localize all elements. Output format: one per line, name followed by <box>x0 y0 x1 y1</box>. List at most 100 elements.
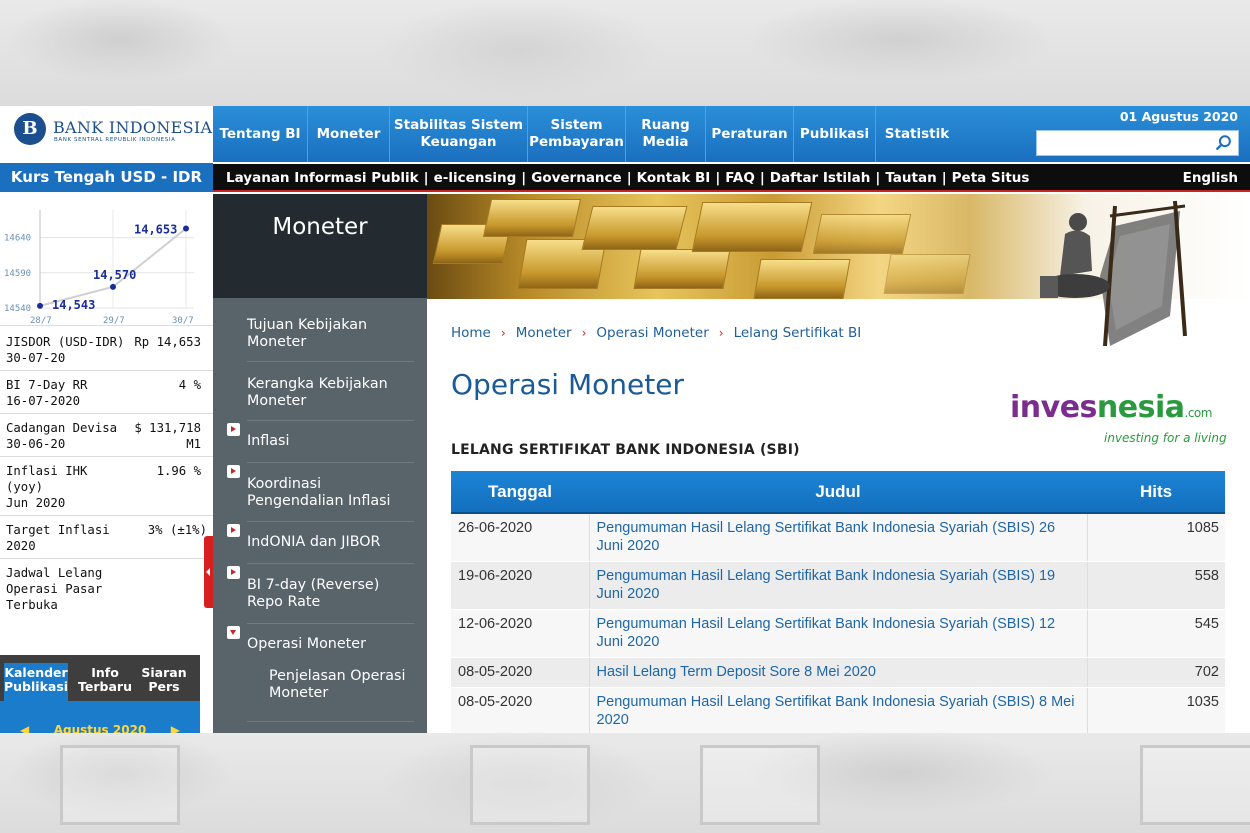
stat-label: Jadwal Lelang Operasi Pasar Terbuka <box>6 566 103 612</box>
stat-value: 3% (±1%) <box>147 523 207 537</box>
breadcrumb-lelang-sbi[interactable]: Lelang Sertifikat BI <box>734 325 862 341</box>
stat-label: Target Inflasi <box>6 523 110 537</box>
chevron-right-icon: › <box>718 326 724 340</box>
stat-target-inflasi[interactable]: Target Inflasi 2020 3% (±1%) <box>0 516 213 559</box>
cell-date: 12-06-2020 <box>451 609 589 658</box>
logo-title: BANK INDONESIA <box>53 118 213 137</box>
language-switch[interactable]: English <box>1183 170 1238 186</box>
side-menu: Tujuan Kebijakan Moneter Kerangka Kebija… <box>213 298 427 733</box>
data-label: 14,543 <box>52 298 95 312</box>
stat-label: BI 7-Day RR <box>6 378 88 392</box>
data-point <box>110 283 116 290</box>
chevron-right-icon <box>227 465 240 478</box>
nav-publikasi[interactable]: Publikasi <box>794 106 876 162</box>
link-governance[interactable]: Governance <box>531 170 621 186</box>
table-header: Tanggal Judul Hits <box>451 471 1225 514</box>
stat-value: 4 % <box>178 378 201 392</box>
kurs-chart: 14640 14590 14540 14,543 14,570 14,653 28/7 29/… <box>0 194 213 326</box>
table-row: 26-06-2020 Pengumuman Hasil Lelang Serti… <box>451 513 1225 562</box>
link-layanan-informasi-publik[interactable]: Layanan Informasi Publik <box>226 170 419 186</box>
cell-date: 08-05-2020 <box>451 657 589 688</box>
link-kontak-bi[interactable]: Kontak BI <box>637 170 711 186</box>
stat-date: 30-06-20 <box>6 437 66 451</box>
logo-subtitle: BANK SENTRAL REPUBLIK INDONESIA <box>54 137 176 143</box>
side-item-operasi-moneter[interactable]: Operasi Moneter <box>227 624 414 663</box>
stat-date: 2020 <box>6 539 36 553</box>
section-title: Moneter <box>213 194 427 298</box>
stat-inflasi-ihk[interactable]: Inflasi IHK (yoy) Jun 2020 1.96 % <box>0 457 213 516</box>
section-subtitle: LELANG SERTIFIKAT BANK INDONESIA (SBI) <box>451 442 800 458</box>
cell-hits: 702 <box>1087 657 1225 688</box>
search-input[interactable] <box>1036 130 1239 156</box>
cell-title-link[interactable]: Pengumuman Hasil Lelang Sertifikat Bank … <box>588 687 1088 733</box>
cell-title-link[interactable]: Pengumuman Hasil Lelang Sertifikat Bank … <box>588 609 1088 658</box>
y-tick-label: 14540 <box>4 304 31 314</box>
breadcrumb-operasi-moneter[interactable]: Operasi Moneter <box>596 325 708 341</box>
stat-cadangan-devisa[interactable]: Cadangan Devisa 30-06-20 $ 131,718 M1 <box>0 414 213 457</box>
stat-jadwal-lelang[interactable]: Jadwal Lelang Operasi Pasar Terbuka <box>0 559 213 617</box>
main-nav: Tentang BI Moneter Stabilitas Sistem Keu… <box>213 106 1250 162</box>
cell-title-link[interactable]: Hasil Lelang Term Deposit Sore 8 Mei 202… <box>588 657 1088 688</box>
link-faq[interactable]: FAQ <box>725 170 755 186</box>
cell-hits: 1035 <box>1087 687 1225 733</box>
side-item-kerangka[interactable]: Kerangka Kebijakan Moneter <box>247 362 414 421</box>
nav-statistik[interactable]: Statistik <box>876 106 958 162</box>
breadcrumb-moneter[interactable]: Moneter <box>516 325 572 341</box>
data-point <box>183 225 189 232</box>
watermark-tagline: investing for a living <box>1104 431 1227 445</box>
tab-siaran-pers[interactable]: Siaran Pers <box>138 666 190 694</box>
cell-hits: 1085 <box>1087 513 1225 562</box>
data-label: 14,570 <box>93 268 136 282</box>
side-item-tujuan[interactable]: Tujuan Kebijakan Moneter <box>247 298 414 362</box>
page-title: Operasi Moneter <box>451 368 684 401</box>
nav-moneter[interactable]: Moneter <box>308 106 390 162</box>
cell-title-link[interactable]: Pengumuman Hasil Lelang Sertifikat Bank … <box>588 561 1088 610</box>
kurs-chart-svg: 14640 14590 14540 14,543 14,570 14,653 28/7 29/… <box>4 210 194 326</box>
side-subitem-penjelasan[interactable]: Penjelasan Operasi Moneter <box>269 663 414 714</box>
table-row: 19-06-2020 Pengumuman Hasil Lelang Serti… <box>451 561 1225 610</box>
table-row: 08-05-2020 Hasil Lelang Term Deposit Sor… <box>451 657 1225 688</box>
indicator-list: JISDOR (USD-IDR) 30-07-20 Rp 14,653 BI 7… <box>0 328 213 617</box>
side-item-inflasi[interactable]: Inflasi <box>227 421 414 463</box>
col-tanggal[interactable]: Tanggal <box>451 471 589 514</box>
tab-kalender-publikasi[interactable]: Kalender Publikasi <box>4 663 68 701</box>
nav-tentang-bi[interactable]: Tentang BI <box>213 106 308 162</box>
nav-stabilitas-sistem-keuangan[interactable]: Stabilitas Sistem Keuangan <box>390 106 528 162</box>
page: B BANK INDONESIA BANK SENTRAL REPUBLIK I… <box>0 106 1250 733</box>
bank-indonesia-logo[interactable]: B BANK INDONESIA BANK SENTRAL REPUBLIK I… <box>0 106 213 162</box>
batik-statue-image <box>1040 200 1187 347</box>
nav-ruang-media[interactable]: Ruang Media <box>626 106 706 162</box>
prev-month-icon[interactable]: ◀ <box>20 723 29 733</box>
side-item-indonia[interactable]: IndONIA dan JIBOR <box>227 522 414 564</box>
link-peta-situs[interactable]: Peta Situs <box>952 170 1030 186</box>
next-month-icon[interactable]: ▶ <box>171 723 180 733</box>
col-hits[interactable]: Hits <box>1087 471 1225 514</box>
breadcrumb-home[interactable]: Home <box>451 325 491 341</box>
cell-title-link[interactable]: Pengumuman Hasil Lelang Sertifikat Bank … <box>588 513 1088 562</box>
chevron-right-icon <box>227 524 240 537</box>
kalender-month: ◀ Agustus 2020 ▶ <box>0 723 200 733</box>
nav-peraturan[interactable]: Peraturan <box>706 106 794 162</box>
x-tick-label: 30/7 <box>172 316 194 326</box>
link-e-licensing[interactable]: e-licensing <box>434 170 517 186</box>
side-item-bi7day[interactable]: BI 7-day (Reverse) Repo Rate <box>227 564 414 624</box>
stat-label: Cadangan Devisa <box>6 421 118 435</box>
background-bottom <box>0 733 1250 833</box>
link-daftar-istilah[interactable]: Daftar Istilah <box>770 170 871 186</box>
nav-sistem-pembayaran[interactable]: Sistem Pembayaran <box>528 106 626 162</box>
col-judul[interactable]: Judul <box>589 471 1087 514</box>
link-tautan[interactable]: Tautan <box>885 170 936 186</box>
cell-date: 19-06-2020 <box>451 561 589 610</box>
current-date: 01 Agustus 2020 <box>1119 109 1238 124</box>
side-item-koordinasi[interactable]: Koordinasi Pengendalian Inflasi <box>227 463 414 522</box>
chevron-right-icon <box>227 566 240 579</box>
kalender-widget: Kalender Publikasi Info Terbaru Siaran Pers… <box>0 655 200 733</box>
stat-bi-7day-rr[interactable]: BI 7-Day RR 16-07-2020 4 % <box>0 371 213 414</box>
kurs-title: Kurs Tengah USD - IDR <box>0 163 213 192</box>
tab-info-terbaru[interactable]: Info Terbaru <box>78 666 132 694</box>
x-tick-label: 29/7 <box>103 316 125 326</box>
data-label: 14,653 <box>134 222 177 236</box>
stat-date: 30-07-20 <box>6 351 66 365</box>
search-icon[interactable] <box>1215 134 1233 152</box>
stat-jisdor[interactable]: JISDOR (USD-IDR) 30-07-20 Rp 14,653 <box>0 328 213 371</box>
